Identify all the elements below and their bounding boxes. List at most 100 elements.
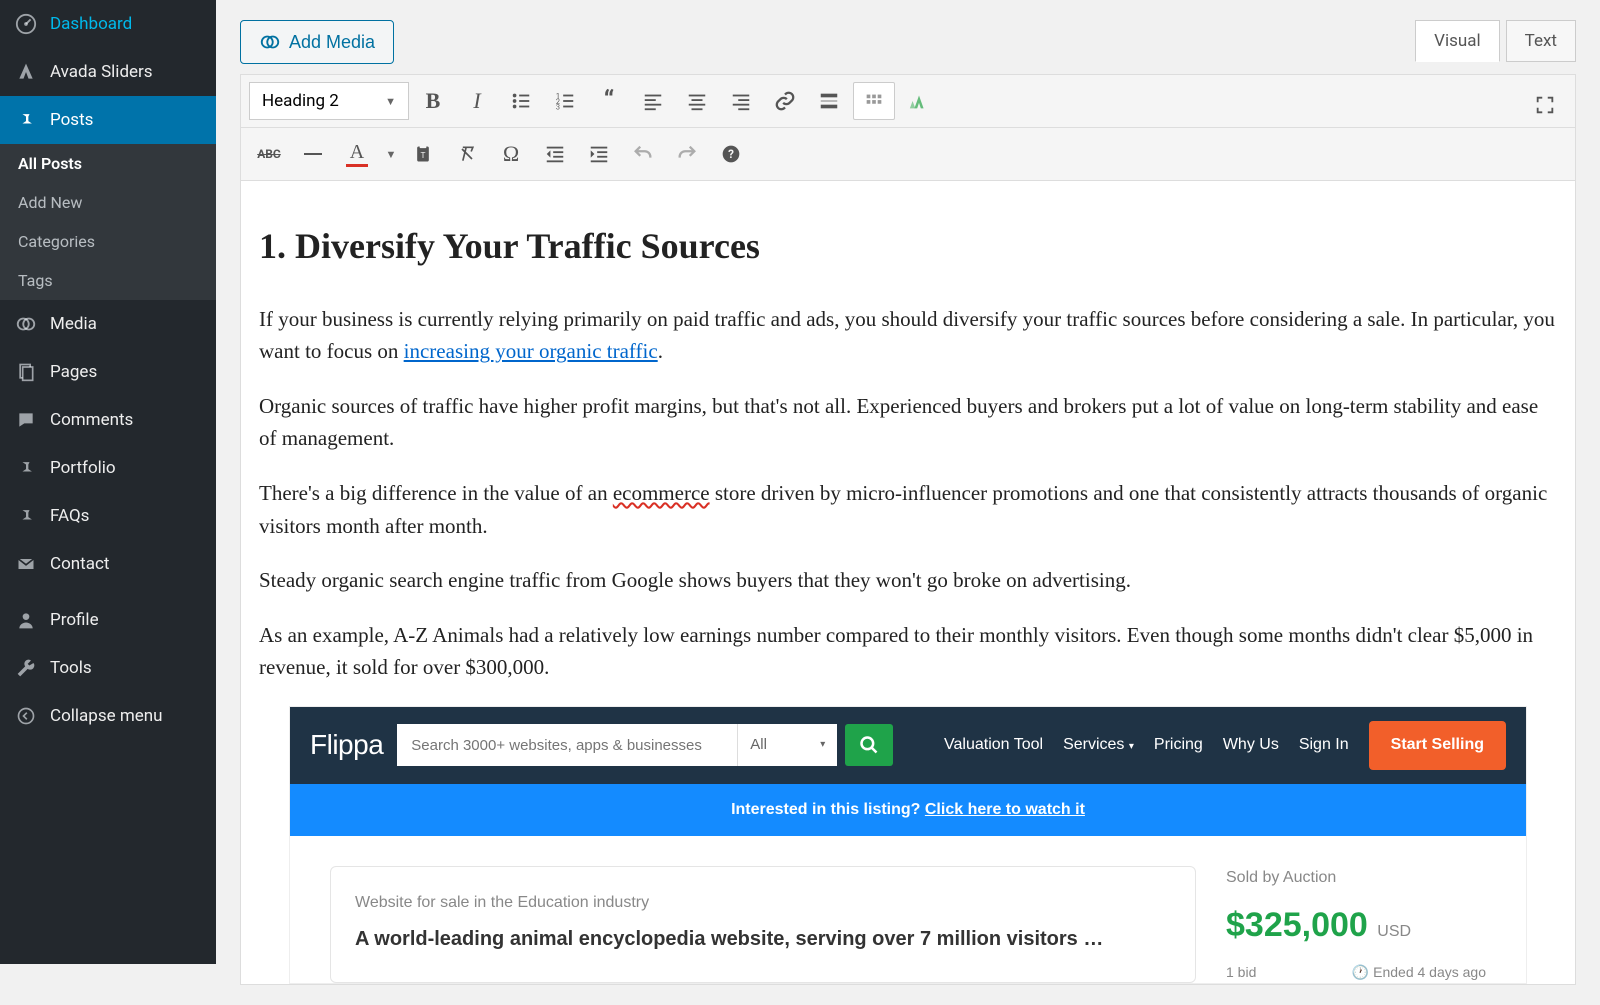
menu-tools[interactable]: Tools (0, 644, 216, 692)
outdent-button[interactable] (535, 134, 575, 174)
flippa-nav: Valuation Tool Services ▾ Pricing Why Us… (944, 721, 1506, 770)
sold-by-label: Sold by Auction (1226, 866, 1486, 891)
nav-valuation[interactable]: Valuation Tool (944, 733, 1043, 758)
tab-visual[interactable]: Visual (1415, 20, 1499, 62)
redo-button[interactable] (667, 134, 707, 174)
align-right-button[interactable] (721, 81, 761, 121)
nav-signin[interactable]: Sign In (1299, 733, 1349, 758)
blockquote-button[interactable]: “ (589, 81, 629, 121)
editor-tabs: Visual Text (1415, 20, 1576, 62)
content-paragraph: As an example, A-Z Animals had a relativ… (259, 619, 1557, 684)
menu-posts[interactable]: Posts (0, 96, 216, 144)
svg-text:T: T (421, 151, 426, 161)
flippa-logo: Flippa (310, 723, 383, 766)
help-button[interactable]: ? (711, 134, 751, 174)
menu-collapse[interactable]: Collapse menu (0, 692, 216, 740)
menu-label: Posts (50, 110, 93, 130)
text-color-dropdown[interactable]: ▼ (381, 134, 399, 174)
menu-label: Portfolio (50, 458, 116, 478)
clear-formatting-button[interactable] (447, 134, 487, 174)
content-paragraph: Organic sources of traffic have higher p… (259, 390, 1557, 455)
nav-whyus[interactable]: Why Us (1223, 733, 1279, 758)
pin-icon (14, 504, 38, 528)
listing-card: Website for sale in the Education indust… (330, 866, 1196, 983)
paste-text-button[interactable]: T (403, 134, 443, 174)
tab-text[interactable]: Text (1506, 20, 1576, 62)
submenu-tags[interactable]: Tags (0, 261, 216, 300)
read-more-button[interactable] (809, 81, 849, 121)
format-select-value: Heading 2 (262, 91, 339, 111)
format-select[interactable]: Heading 2 ▼ (249, 82, 409, 120)
listing-price: $325,000 USD (1226, 899, 1486, 952)
nav-services[interactable]: Services ▾ (1063, 733, 1134, 758)
submenu-add-new[interactable]: Add New (0, 183, 216, 222)
watch-link[interactable]: Click here to watch it (925, 801, 1085, 818)
editor-container: Heading 2 ▼ B I 123 “ ABC A ▼ T Ω (240, 74, 1576, 985)
collapse-icon (14, 704, 38, 728)
menu-portfolio[interactable]: Portfolio (0, 444, 216, 492)
menu-label: FAQs (50, 506, 89, 526)
align-center-button[interactable] (677, 81, 717, 121)
menu-avada-sliders[interactable]: Avada Sliders (0, 48, 216, 96)
fullscreen-button[interactable] (1525, 85, 1565, 125)
strikethrough-button[interactable]: ABC (249, 134, 289, 174)
media-icon (14, 312, 38, 336)
content-paragraph: There's a big difference in the value of… (259, 477, 1557, 542)
svg-text:3: 3 (556, 102, 560, 111)
flippa-search-input[interactable] (397, 724, 737, 766)
dashboard-icon (14, 12, 38, 36)
organic-traffic-link[interactable]: increasing your organic traffic (404, 339, 658, 363)
horizontal-rule-button[interactable] (293, 134, 333, 174)
menu-media[interactable]: Media (0, 300, 216, 348)
add-media-label: Add Media (289, 32, 375, 53)
flippa-search: All▾ (397, 724, 893, 766)
start-selling-button[interactable]: Start Selling (1369, 721, 1506, 770)
menu-label: Collapse menu (50, 706, 163, 726)
avada-builder-button[interactable] (899, 81, 939, 121)
flippa-watch-banner: Interested in this listing? Click here t… (290, 784, 1526, 837)
comments-icon (14, 408, 38, 432)
indent-button[interactable] (579, 134, 619, 174)
bold-button[interactable]: B (413, 81, 453, 121)
text-color-button[interactable]: A (337, 134, 377, 174)
submenu-categories[interactable]: Categories (0, 222, 216, 261)
menu-profile[interactable]: Profile (0, 596, 216, 644)
mail-icon (14, 552, 38, 576)
listing-title: A world-leading animal encyclopedia webs… (355, 926, 1171, 952)
editor-content[interactable]: 1. Diversify Your Traffic Sources If you… (241, 181, 1575, 984)
add-media-button[interactable]: Add Media (240, 20, 394, 64)
nav-pricing[interactable]: Pricing (1154, 733, 1203, 758)
link-button[interactable] (765, 81, 805, 121)
pin-icon (14, 108, 38, 132)
content-paragraph: If your business is currently relying pr… (259, 303, 1557, 368)
submenu-all-posts[interactable]: All Posts (0, 144, 216, 183)
undo-button[interactable] (623, 134, 663, 174)
menu-label: Profile (50, 610, 99, 630)
flippa-search-button[interactable] (845, 724, 893, 766)
content-heading: 1. Diversify Your Traffic Sources (259, 219, 1557, 275)
bullet-list-button[interactable] (501, 81, 541, 121)
listing-meta: 1 bid 🕐 Ended 4 days ago (1226, 962, 1486, 984)
toolbar-row-1: Heading 2 ▼ B I 123 “ (241, 75, 1575, 128)
toolbar-toggle-button[interactable] (853, 82, 895, 120)
menu-dashboard[interactable]: Dashboard (0, 0, 216, 48)
editor-main: Add Media Visual Text Heading 2 ▼ B I 12… (216, 0, 1600, 1005)
content-paragraph: Steady organic search engine traffic fro… (259, 564, 1557, 597)
flippa-header: Flippa All▾ Valuation Tool Services ▾ Pr… (290, 707, 1526, 784)
menu-comments[interactable]: Comments (0, 396, 216, 444)
wrench-icon (14, 656, 38, 680)
italic-button[interactable]: I (457, 81, 497, 121)
chevron-down-icon: ▼ (385, 95, 396, 108)
menu-faqs[interactable]: FAQs (0, 492, 216, 540)
menu-contact[interactable]: Contact (0, 540, 216, 588)
flippa-listing: Website for sale in the Education indust… (290, 836, 1526, 983)
numbered-list-button[interactable]: 123 (545, 81, 585, 121)
admin-sidebar: Dashboard Avada Sliders Posts All Posts … (0, 0, 216, 964)
align-left-button[interactable] (633, 81, 673, 121)
special-character-button[interactable]: Ω (491, 134, 531, 174)
menu-pages[interactable]: Pages (0, 348, 216, 396)
flippa-category-select[interactable]: All▾ (737, 724, 837, 766)
spellcheck-word: ecommerce (613, 481, 710, 505)
embedded-image: Flippa All▾ Valuation Tool Services ▾ Pr… (289, 706, 1527, 985)
menu-label: Comments (50, 410, 133, 430)
